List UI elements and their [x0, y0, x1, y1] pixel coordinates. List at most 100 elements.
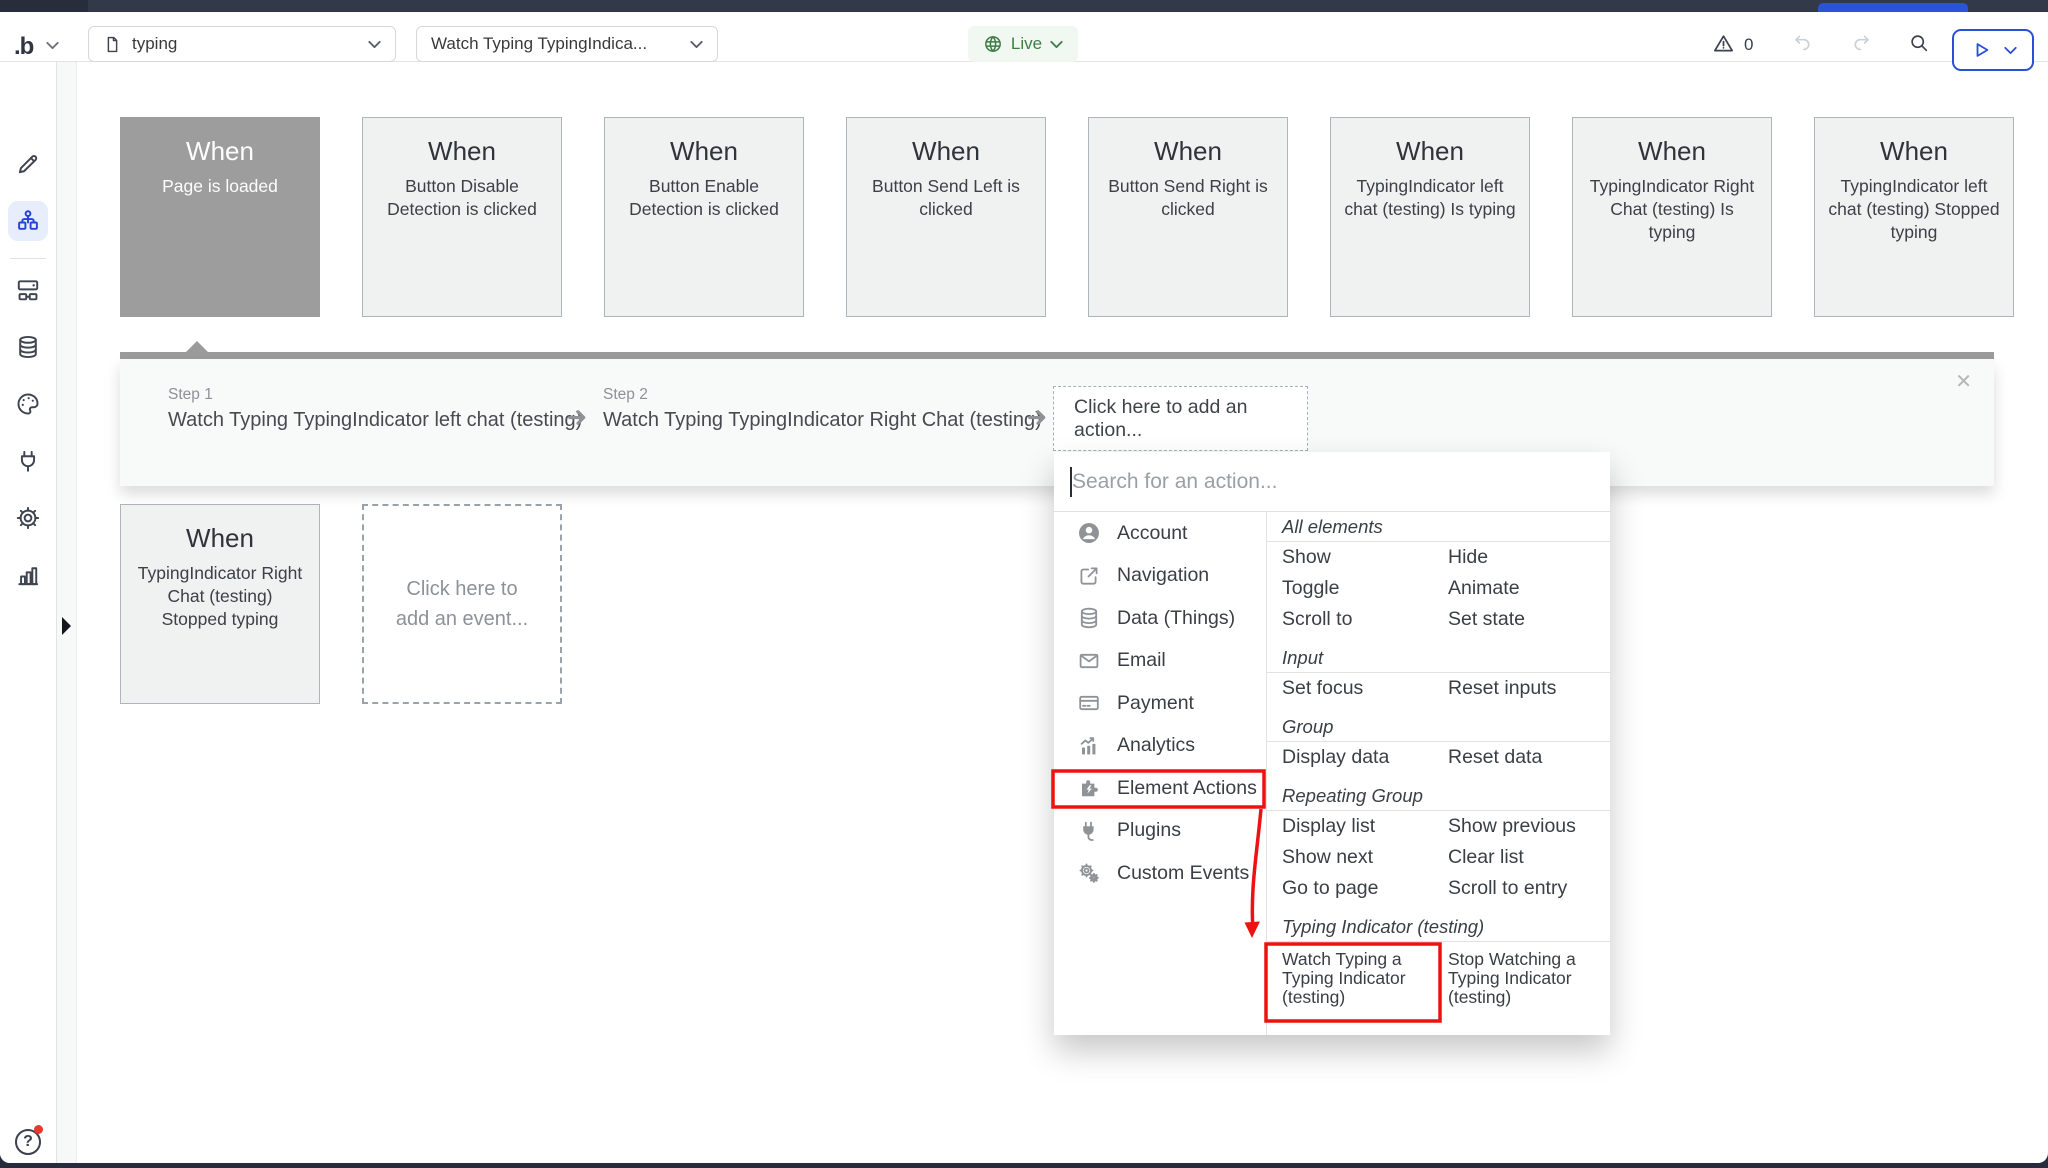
action-category-list: Account Navigation Data (Things)Email Payme…	[1054, 512, 1266, 1035]
category-label: Plugins	[1117, 819, 1181, 842]
action-item[interactable]: Show previous	[1433, 811, 1610, 842]
action-category-data-things-[interactable]: Data (Things)	[1054, 597, 1266, 640]
close-icon[interactable]: ✕	[1955, 369, 1972, 394]
event-card[interactable]: WhenButton Send Left is clicked	[846, 117, 1046, 317]
chevron-down-icon	[1050, 40, 1063, 49]
action-search-input[interactable]	[1054, 452, 1610, 511]
page-icon	[103, 35, 122, 54]
globe-icon	[983, 34, 1003, 54]
event-card-title: When	[605, 136, 803, 167]
action-item[interactable]: Reset data	[1433, 742, 1610, 773]
action-item[interactable]: Set state	[1433, 604, 1610, 635]
action-item[interactable]: Toggle	[1267, 573, 1433, 604]
action-item[interactable]: Animate	[1433, 573, 1610, 604]
sidebar-item-data[interactable]	[15, 334, 41, 360]
sidebar-item-settings[interactable]	[15, 505, 41, 531]
event-card-title: When	[121, 136, 319, 167]
action-items-grid: Display dataReset data	[1267, 742, 1610, 773]
event-card-title: When	[1815, 136, 2013, 167]
chevron-down-icon	[2004, 46, 2017, 55]
action-item[interactable]: Scroll to	[1267, 604, 1433, 635]
action-section: Typing Indicator (testing)Watch Typing a…	[1267, 912, 1610, 1019]
action-category-custom-events[interactable]: Custom Events	[1054, 852, 1266, 895]
bubble-logo[interactable]: .b	[14, 33, 33, 61]
event-card[interactable]: WhenButton Enable Detection is clicked	[604, 117, 804, 317]
workflow-step[interactable]: Step 2Watch Typing TypingIndicator Right…	[603, 386, 1042, 432]
action-items-grid: Display listShow previousShow nextClear …	[1267, 811, 1610, 904]
action-category-analytics[interactable]: Analytics	[1054, 725, 1266, 768]
sidebar-item-plugins[interactable]	[15, 448, 41, 474]
event-card-body: TypingIndicator left chat (testing) Is t…	[1331, 175, 1529, 221]
undo-icon[interactable]	[1792, 32, 1814, 54]
issues-warning-icon[interactable]	[1712, 32, 1735, 55]
sidebar-item-styles[interactable]	[15, 391, 41, 417]
action-item[interactable]: Stop Watching a Typing Indicator (testin…	[1433, 942, 1610, 1019]
pencil-icon	[15, 151, 41, 177]
action-section: Repeating GroupDisplay listShow previous…	[1267, 781, 1610, 904]
action-item[interactable]: Clear list	[1433, 842, 1610, 873]
event-card[interactable]: WhenTypingIndicator Right Chat (testing)…	[1572, 117, 1772, 317]
action-item[interactable]: Show next	[1267, 842, 1433, 873]
action-category-payment[interactable]: Payment	[1054, 682, 1266, 725]
text-cursor	[1070, 467, 1072, 497]
top-strip-left-segment	[0, 0, 88, 12]
action-category-plugins[interactable]: Plugins	[1054, 810, 1266, 853]
workflow-step[interactable]: Step 1Watch Typing TypingIndicator left …	[168, 386, 582, 432]
event-card-title: When	[1089, 136, 1287, 167]
event-card-body: TypingIndicator left chat (testing) Stop…	[1815, 175, 2013, 244]
sidebar-item-logs[interactable]	[15, 562, 41, 588]
event-card[interactable]: When TypingIndicator Right Chat (testing…	[120, 504, 320, 704]
action-section-header: Input	[1267, 643, 1610, 673]
action-category-account[interactable]: Account	[1054, 512, 1266, 555]
event-card[interactable]: WhenButton Disable Detection is clicked	[362, 117, 562, 317]
action-item[interactable]: Hide	[1433, 542, 1610, 573]
action-section: All elementsShowHideToggleAnimateScroll …	[1267, 512, 1610, 635]
page-selector-dropdown[interactable]: typing	[88, 26, 396, 62]
category-label: Analytics	[1117, 734, 1195, 757]
action-item[interactable]: Scroll to entry	[1433, 873, 1610, 904]
search-icon[interactable]	[1908, 32, 1930, 54]
action-item[interactable]: Watch Typing a Typing Indicator (testing…	[1267, 942, 1433, 1019]
action-item[interactable]: Display data	[1267, 742, 1433, 773]
components-icon	[15, 277, 41, 303]
event-card[interactable]: WhenPage is loaded	[120, 117, 320, 317]
chevron-down-icon	[368, 40, 381, 49]
environment-selector[interactable]: Live	[968, 26, 1078, 62]
page-selector-value: typing	[132, 34, 358, 54]
database-icon	[15, 334, 41, 360]
action-category-element-actions[interactable]: Element Actions	[1054, 767, 1266, 810]
event-card-body: Button Send Right is clicked	[1089, 175, 1287, 221]
action-item[interactable]: Set focus	[1267, 673, 1433, 704]
action-item[interactable]: Display list	[1267, 811, 1433, 842]
toolbar: .b typing Watch Typing TypingIndica... L…	[0, 12, 2048, 62]
preview-run-button[interactable]	[1952, 29, 2034, 71]
event-card[interactable]: When Button Send Right is clicked	[1088, 117, 1288, 317]
steps-panel-scrollbar[interactable]	[120, 352, 1994, 359]
sidebar-item-design[interactable]	[15, 151, 41, 177]
event-card-title: When	[121, 523, 319, 554]
panel-expander-arrow-icon[interactable]	[62, 617, 71, 635]
category-label: Payment	[1117, 692, 1194, 715]
sidebar-item-components[interactable]	[15, 277, 41, 303]
logo-chevron-icon[interactable]	[46, 41, 59, 50]
event-card-body: TypingIndicator Right Chat (testing) Sto…	[121, 562, 319, 631]
add-event-button[interactable]: Click here to add an event...	[362, 504, 562, 704]
redo-icon[interactable]	[1850, 32, 1872, 54]
workflow-selector-dropdown[interactable]: Watch Typing TypingIndica...	[416, 26, 718, 62]
chevron-down-icon	[690, 40, 703, 49]
action-item[interactable]: Reset inputs	[1433, 673, 1610, 704]
action-item[interactable]: Show	[1267, 542, 1433, 573]
action-item[interactable]: Go to page	[1267, 873, 1433, 904]
add-action-button[interactable]: Click here to add an action...	[1053, 386, 1308, 451]
action-category-email[interactable]: Email	[1054, 640, 1266, 683]
category-label: Account	[1117, 522, 1187, 545]
action-category-navigation[interactable]: Navigation	[1054, 555, 1266, 598]
event-card[interactable]: WhenTypingIndicator left chat (testing) …	[1330, 117, 1530, 317]
step-title: Watch Typing TypingIndicator Right Chat …	[603, 409, 1042, 432]
category-label: Navigation	[1117, 564, 1209, 587]
credit-card-icon	[1076, 690, 1102, 716]
top-strip-blue-indicator	[1818, 3, 1968, 12]
event-card[interactable]: When TypingIndicator left chat (testing) …	[1814, 117, 2014, 317]
sidebar-item-workflow[interactable]	[8, 201, 48, 241]
bar-chart-icon	[15, 562, 41, 588]
